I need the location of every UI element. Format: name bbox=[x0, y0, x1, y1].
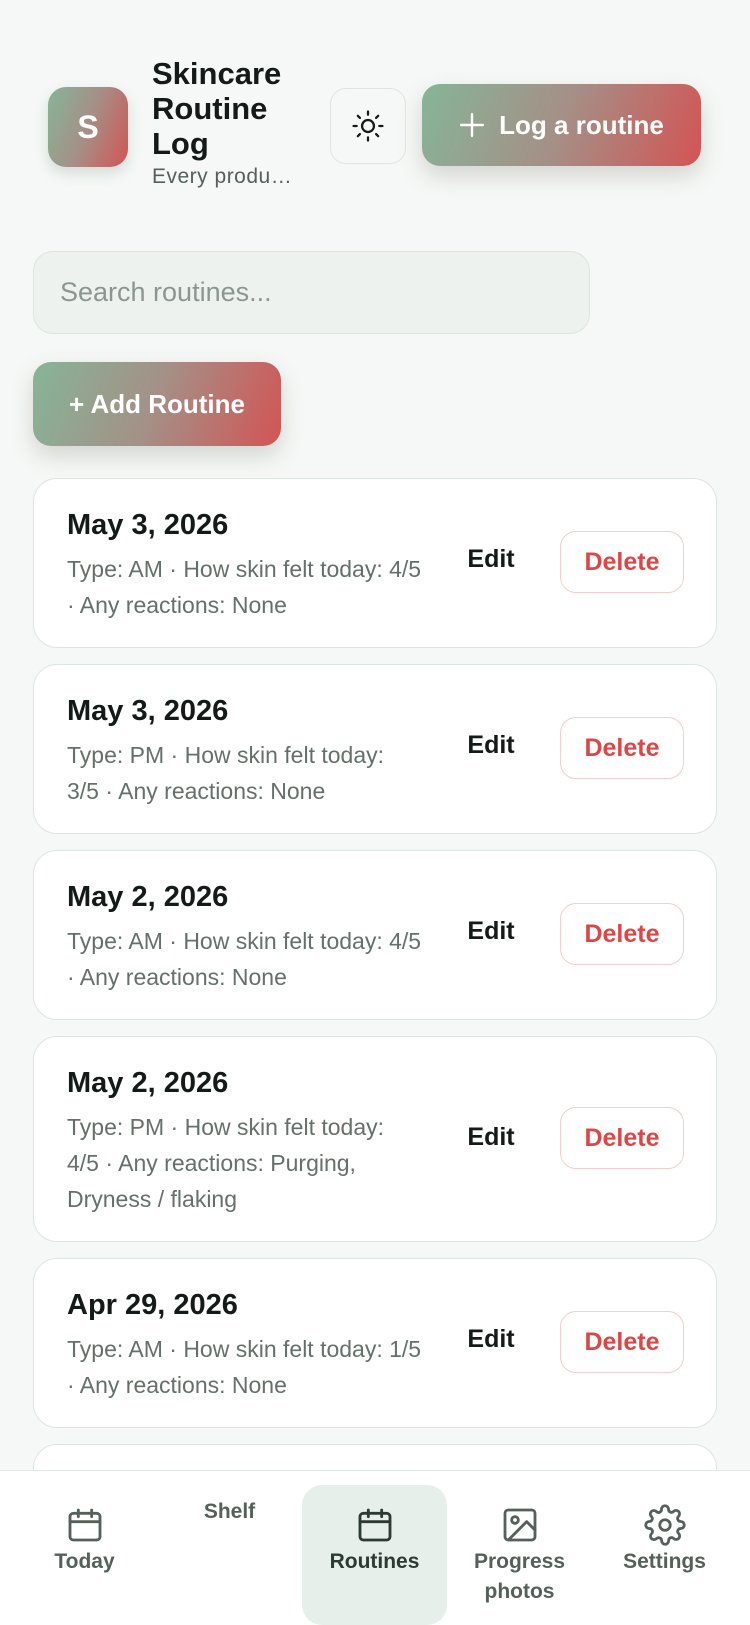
sun-icon bbox=[352, 110, 384, 142]
delete-button[interactable]: Delete bbox=[560, 903, 684, 965]
nav-item-routines[interactable]: Routines bbox=[302, 1485, 447, 1625]
search-input[interactable] bbox=[33, 251, 590, 334]
edit-button[interactable]: Edit bbox=[456, 1123, 526, 1152]
nav-label: Routines bbox=[329, 1550, 420, 1573]
routine-details: Type: AM · How skin felt today: 1/5 · An… bbox=[67, 1336, 422, 1398]
bottom-nav: Today Shelf Routines Progress photos Set… bbox=[0, 1470, 750, 1625]
edit-button[interactable]: Edit bbox=[456, 917, 526, 946]
plus-icon bbox=[460, 112, 485, 138]
app-title: Skincare Routine Log bbox=[152, 56, 282, 161]
routine-date: May 3, 2026 bbox=[67, 509, 229, 541]
log-routine-button[interactable]: Log a routine bbox=[422, 84, 701, 166]
avatar-letter: S bbox=[77, 108, 99, 145]
routine-date: May 3, 2026 bbox=[67, 695, 229, 727]
nav-label: Shelf bbox=[203, 1500, 256, 1523]
routine-date: Apr 29, 2026 bbox=[67, 1289, 238, 1321]
edit-button[interactable]: Edit bbox=[456, 731, 526, 760]
edit-button[interactable]: Edit bbox=[456, 1325, 526, 1354]
delete-button[interactable]: Delete bbox=[560, 531, 684, 593]
add-routine-label: + Add Routine bbox=[69, 388, 245, 419]
calendar-icon bbox=[68, 1508, 101, 1542]
delete-button[interactable]: Delete bbox=[560, 717, 684, 779]
app-avatar: S bbox=[48, 87, 128, 167]
calendar-icon bbox=[358, 1508, 391, 1542]
delete-button[interactable]: Delete bbox=[560, 1107, 684, 1169]
app-header: S Skincare Routine Log Every produ… Log … bbox=[0, 0, 750, 210]
routine-card: May 3, 2026 Type: PM · How skin felt tod… bbox=[33, 664, 717, 834]
routine-date: May 2, 2026 bbox=[67, 881, 229, 913]
nav-item-settings[interactable]: Settings bbox=[592, 1485, 737, 1625]
nav-item-shelf[interactable]: Shelf bbox=[157, 1485, 302, 1625]
routine-card: May 2, 2026 Type: AM · How skin felt tod… bbox=[33, 850, 717, 1020]
routine-card: May 3, 2026 Type: AM · How skin felt tod… bbox=[33, 478, 717, 648]
routine-details: Type: PM · How skin felt today: 3/5 · An… bbox=[67, 742, 385, 804]
log-routine-label: Log a routine bbox=[499, 109, 664, 140]
add-routine-button[interactable]: + Add Routine bbox=[33, 362, 281, 446]
nav-item-progress-photos[interactable]: Progress photos bbox=[447, 1485, 592, 1625]
routine-details: Type: PM · How skin felt today: 4/5 · An… bbox=[67, 1114, 385, 1212]
routine-date: May 2, 2026 bbox=[67, 1067, 229, 1099]
routine-details: Type: AM · How skin felt today: 4/5 · An… bbox=[67, 556, 422, 618]
gear-icon bbox=[643, 1504, 686, 1546]
routine-card: Apr 29, 2026 Type: AM · How skin felt to… bbox=[33, 1258, 717, 1428]
nav-label: Settings bbox=[623, 1550, 706, 1573]
app-subtitle: Every produ… bbox=[152, 165, 293, 188]
routine-card: May 2, 2026 Type: PM · How skin felt tod… bbox=[33, 1036, 717, 1242]
image-icon bbox=[503, 1508, 536, 1542]
routine-details: Type: AM · How skin felt today: 4/5 · An… bbox=[67, 928, 422, 990]
nav-label: Progress photos bbox=[473, 1550, 566, 1603]
nav-label: Today bbox=[54, 1550, 115, 1573]
edit-button[interactable]: Edit bbox=[456, 545, 526, 574]
theme-toggle-button[interactable] bbox=[330, 88, 406, 164]
nav-item-today[interactable]: Today bbox=[12, 1485, 157, 1625]
delete-button[interactable]: Delete bbox=[560, 1311, 684, 1373]
